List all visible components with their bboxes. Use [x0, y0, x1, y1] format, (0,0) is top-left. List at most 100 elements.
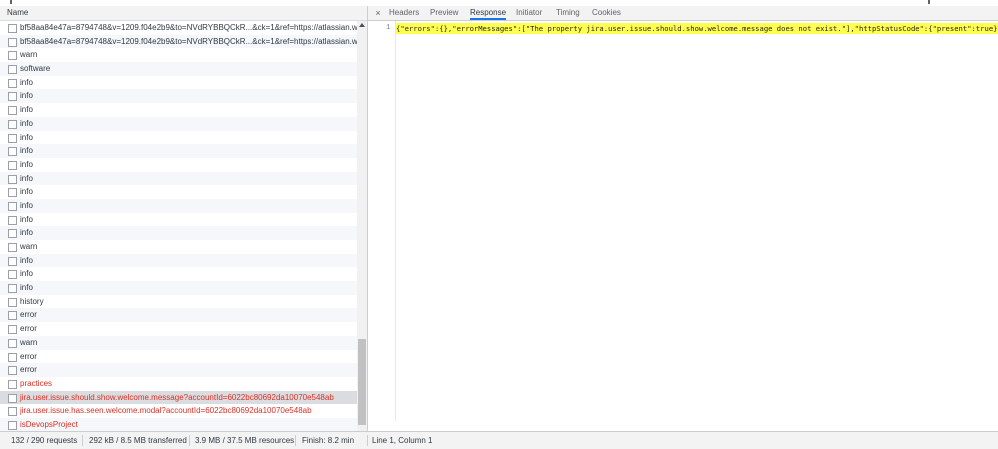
request-name: history — [20, 296, 44, 306]
document-icon — [8, 160, 17, 170]
request-count: 132 / 290 requests — [11, 436, 78, 445]
request-name: error — [20, 324, 37, 334]
request-row[interactable]: info — [0, 158, 357, 172]
status-divider — [295, 435, 296, 446]
request-name: info — [20, 214, 33, 224]
request-row[interactable]: error — [0, 363, 357, 377]
request-row[interactable]: info — [0, 198, 357, 213]
document-icon — [8, 201, 17, 211]
request-name: isDevopsProject — [20, 419, 78, 429]
request-name: jira.user.issue.has.seen.welcome.modal?a… — [20, 406, 312, 416]
document-icon — [8, 379, 17, 389]
document-icon — [8, 106, 17, 116]
request-row[interactable]: practices — [0, 377, 357, 391]
request-row[interactable]: info — [0, 144, 357, 158]
request-list-scroll-thumb[interactable] — [358, 339, 366, 425]
request-row[interactable]: info — [0, 213, 357, 227]
window-marker-left — [10, 0, 12, 4]
request-row[interactable]: warn — [0, 240, 357, 254]
request-row[interactable]: warn — [0, 335, 357, 350]
request-row[interactable]: warn — [0, 48, 357, 62]
tab-cookies[interactable]: Cookies — [592, 6, 621, 20]
document-icon — [8, 37, 17, 47]
request-name: error — [20, 365, 37, 375]
request-detail-panel: × Headers Preview Response Initiator Tim… — [368, 6, 998, 445]
transferred-size: 292 kB / 8.5 MB transferred — [89, 436, 187, 445]
request-row[interactable]: error — [0, 308, 357, 323]
response-json-line[interactable]: {"errors":{},"errorMessages":["The prope… — [396, 23, 998, 34]
name-column-header[interactable]: Name — [0, 6, 367, 21]
request-row[interactable]: error — [0, 350, 357, 364]
response-viewer[interactable]: 1 {"errors":{},"errorMessages":["The pro… — [368, 21, 998, 445]
request-row[interactable]: info — [0, 253, 357, 268]
request-name: error — [20, 310, 37, 320]
request-row[interactable]: info — [0, 76, 357, 90]
request-row[interactable]: info — [0, 267, 357, 281]
request-name: practices — [20, 378, 53, 388]
request-name: bf58aa84e47a=8794748&v=1209.f04e2b9&to=N… — [20, 23, 357, 32]
request-name: info — [20, 228, 33, 238]
request-row[interactable]: info — [0, 171, 357, 186]
document-icon — [8, 92, 17, 102]
status-divider — [367, 435, 368, 446]
document-icon — [8, 147, 17, 157]
request-rows: bf58aa84e47a=8794748&v=1209.f04e2b9&to=N… — [0, 21, 357, 431]
request-row[interactable]: info — [0, 226, 357, 240]
tab-initiator[interactable]: Initiator — [516, 6, 542, 20]
document-icon — [8, 270, 17, 280]
request-row[interactable]: history — [0, 295, 357, 309]
request-list-scrollbar[interactable] — [357, 21, 367, 431]
document-icon — [8, 51, 17, 61]
request-name: bf58aa84e47a=8794748&v=1209.f04e2b9&to=N… — [20, 36, 357, 46]
close-icon[interactable]: × — [373, 6, 383, 20]
request-row[interactable]: info — [0, 185, 357, 199]
request-row[interactable]: jira.user.issue.should.show.welcome.mess… — [0, 390, 357, 405]
document-icon — [8, 174, 17, 184]
request-name: info — [20, 146, 33, 156]
document-icon — [8, 352, 17, 362]
detail-tab-bar: × Headers Preview Response Initiator Tim… — [368, 6, 998, 21]
document-icon — [8, 24, 17, 33]
request-name: info — [20, 91, 33, 101]
request-name: warn — [20, 337, 38, 347]
request-row[interactable]: info — [0, 116, 357, 131]
document-icon — [8, 243, 17, 252]
document-icon — [8, 366, 17, 376]
request-row[interactable]: jira.user.issue.has.seen.welcome.modal?a… — [0, 404, 357, 418]
request-row[interactable]: bf58aa84e47a=8794748&v=1209.f04e2b9&to=N… — [0, 34, 357, 49]
tab-timing[interactable]: Timing — [556, 6, 580, 20]
request-row[interactable]: software — [0, 62, 357, 76]
document-icon — [8, 407, 17, 417]
request-name: info — [20, 105, 33, 115]
request-row[interactable]: info — [0, 103, 357, 117]
request-name: software — [20, 64, 51, 74]
request-name: info — [20, 132, 33, 142]
window-marker-right — [928, 0, 930, 4]
document-icon — [8, 325, 17, 335]
status-bar: 132 / 290 requests 292 kB / 8.5 MB trans… — [0, 431, 998, 449]
request-row[interactable]: error — [0, 322, 357, 336]
request-name: jira.user.issue.should.show.welcome.mess… — [20, 392, 334, 402]
request-row[interactable]: info — [0, 131, 357, 145]
request-name: info — [20, 77, 33, 87]
line-number: 1 — [386, 24, 391, 32]
request-name: warn — [20, 242, 38, 251]
request-name: info — [20, 159, 33, 169]
request-row[interactable]: isDevopsProject — [0, 417, 357, 431]
scroll-up-arrow-icon[interactable] — [359, 23, 365, 27]
document-icon — [8, 229, 17, 239]
line-number-gutter: 1 — [368, 21, 396, 421]
status-divider — [82, 435, 83, 446]
request-row[interactable]: info — [0, 89, 357, 104]
document-icon — [8, 256, 17, 266]
request-row[interactable]: bf58aa84e47a=8794748&v=1209.f04e2b9&to=N… — [0, 21, 357, 35]
tab-headers[interactable]: Headers — [389, 6, 419, 20]
document-icon — [8, 297, 17, 307]
request-row[interactable]: info — [0, 281, 357, 295]
tab-preview[interactable]: Preview — [430, 6, 458, 20]
resources-size: 3.9 MB / 37.5 MB resources — [195, 436, 295, 445]
request-name: warn — [20, 50, 38, 60]
tab-response[interactable]: Response — [470, 6, 507, 20]
request-name: error — [20, 351, 37, 361]
request-name: info — [20, 187, 33, 197]
